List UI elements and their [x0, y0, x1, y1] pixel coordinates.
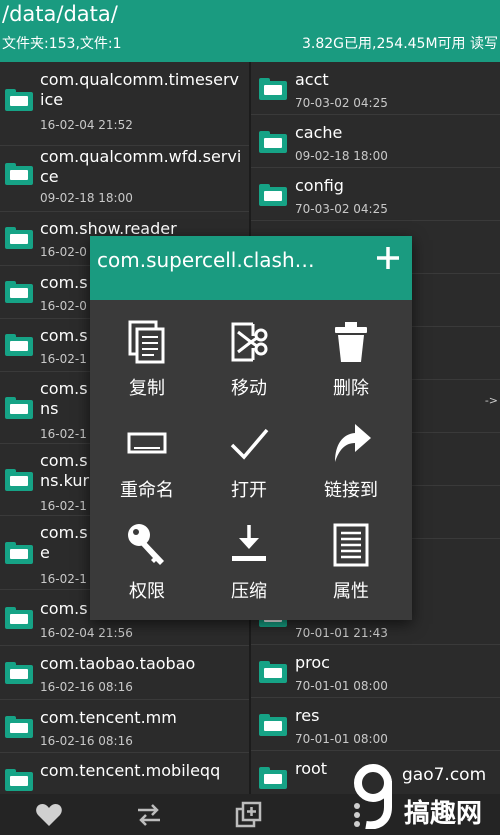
folder-icon	[5, 397, 33, 419]
folder-icon	[259, 184, 287, 206]
folder-icon	[259, 661, 287, 683]
permissions-label: 权限	[129, 581, 165, 602]
file-date: 16-02-0	[40, 245, 87, 259]
list-item[interactable]: com.qualcomm.wfd.service 09-02-18 18:00	[0, 146, 249, 212]
trash-icon	[331, 320, 371, 364]
folder-icon	[259, 131, 287, 153]
properties-button[interactable]: 属性	[301, 523, 401, 619]
check-icon	[229, 422, 269, 466]
delete-button[interactable]: 删除	[301, 320, 401, 416]
folder-icon	[5, 89, 33, 111]
open-label: 打开	[231, 480, 267, 501]
folder-icon	[5, 716, 33, 738]
link-to-button[interactable]: 链接到	[301, 422, 401, 518]
list-item[interactable]: proc 70-01-01 08:00	[251, 645, 500, 698]
list-item[interactable]: com.qualcomm.timeservice 16-02-04 21:52	[0, 62, 249, 146]
copy-button[interactable]: 复制	[97, 320, 197, 416]
move-label: 移动	[231, 378, 267, 399]
file-name: acct	[295, 70, 329, 89]
file-date: 16-02-04 21:56	[40, 626, 133, 640]
file-name: cache	[295, 123, 343, 142]
file-date: 16-02-04 21:52	[40, 118, 133, 132]
folder-icon	[5, 769, 33, 791]
list-item[interactable]: com.tencent.mobileqq	[0, 753, 249, 794]
properties-label: 属性	[333, 581, 369, 602]
folder-icon	[259, 714, 287, 736]
file-date: 70-01-01 08:00	[295, 679, 388, 693]
path-header: /data/data/ 文件夹:153,文件:1 3.82G已用,254.45M…	[0, 0, 500, 62]
open-button[interactable]: 打开	[199, 422, 299, 518]
dialog-title: com.supercell.clash…	[97, 248, 315, 272]
folder-icon	[5, 607, 33, 629]
file-name: com.qualcomm.wfd.service	[40, 147, 242, 186]
file-name: com.tencent.mm	[40, 708, 177, 727]
delete-label: 删除	[333, 378, 369, 399]
rename-icon	[127, 422, 167, 466]
list-item[interactable]: config 70-03-02 04:25	[251, 168, 500, 221]
compress-label: 压缩	[231, 581, 267, 602]
add-window-icon[interactable]	[234, 800, 264, 830]
file-name: com.taobao.taobao	[40, 654, 196, 673]
file-date: 16-02-16 08:16	[40, 734, 133, 748]
move-button[interactable]: 移动	[199, 320, 299, 416]
file-name: com.tencent.mobileqq	[40, 761, 221, 780]
file-date: 16-02-1	[40, 572, 87, 586]
current-path[interactable]: /data/data/	[2, 2, 118, 26]
link-arrow-hint: ->	[484, 394, 498, 407]
folder-icon	[5, 662, 33, 684]
file-date: 70-01-01 21:43	[295, 626, 388, 640]
folder-icon	[259, 767, 287, 789]
file-name: res	[295, 706, 320, 725]
file-date: 09-02-18 18:00	[295, 149, 388, 163]
folder-icon	[5, 281, 33, 303]
file-date: 70-03-02 04:25	[295, 202, 388, 216]
plus-icon[interactable]	[374, 244, 402, 272]
swap-icon[interactable]	[134, 800, 164, 830]
copy-label: 复制	[129, 378, 165, 399]
context-menu-dialog: com.supercell.clash… 复制 移动 删除 重命名 打开 链接到…	[90, 236, 412, 620]
folder-icon	[5, 469, 33, 491]
file-date: 16-02-1	[40, 427, 87, 441]
rename-button[interactable]: 重命名	[97, 422, 197, 518]
compress-button[interactable]: 压缩	[199, 523, 299, 619]
watermark-name: 搞趣网	[404, 799, 483, 829]
file-date: 70-03-02 04:25	[295, 96, 388, 110]
key-icon	[127, 523, 167, 567]
gao7-logo	[352, 763, 394, 830]
file-date: 09-02-18 18:00	[40, 191, 133, 205]
list-item[interactable]: acct 70-03-02 04:25	[251, 62, 500, 115]
file-date: 70-01-01 08:00	[295, 732, 388, 746]
file-date: 16-02-1	[40, 352, 87, 366]
list-item[interactable]: com.taobao.taobao 16-02-16 08:16	[0, 646, 249, 700]
file-name: proc	[295, 653, 330, 672]
folder-icon	[5, 227, 33, 249]
dialog-titlebar: com.supercell.clash…	[90, 236, 412, 300]
item-counts: 文件夹:153,文件:1	[2, 36, 122, 52]
list-item[interactable]: com.tencent.mm 16-02-16 08:16	[0, 700, 249, 753]
watermark: gao7.com 搞趣网	[352, 757, 500, 835]
file-name: com.qualcomm.timeservice	[40, 70, 240, 109]
folder-icon	[5, 163, 33, 185]
link-to-label: 链接到	[324, 480, 378, 501]
cut-icon	[229, 320, 269, 364]
link-arrow-icon	[331, 422, 371, 466]
folder-icon	[259, 78, 287, 100]
properties-icon	[331, 523, 371, 567]
list-item[interactable]: res 70-01-01 08:00	[251, 698, 500, 751]
watermark-site: gao7.com	[402, 765, 487, 785]
rename-label: 重命名	[120, 480, 174, 501]
storage-info: 3.82G已用,254.45M可用 读写	[302, 36, 498, 52]
heart-icon[interactable]	[34, 800, 64, 830]
file-name: config	[295, 176, 344, 195]
copy-icon	[127, 320, 167, 364]
list-item[interactable]: cache 09-02-18 18:00	[251, 115, 500, 168]
file-date: 16-02-1	[40, 499, 87, 513]
folder-icon	[5, 542, 33, 564]
file-date: 16-02-16 08:16	[40, 680, 133, 694]
folder-icon	[5, 334, 33, 356]
compress-icon	[229, 523, 269, 567]
file-date: 16-02-0	[40, 299, 87, 313]
permissions-button[interactable]: 权限	[97, 523, 197, 619]
